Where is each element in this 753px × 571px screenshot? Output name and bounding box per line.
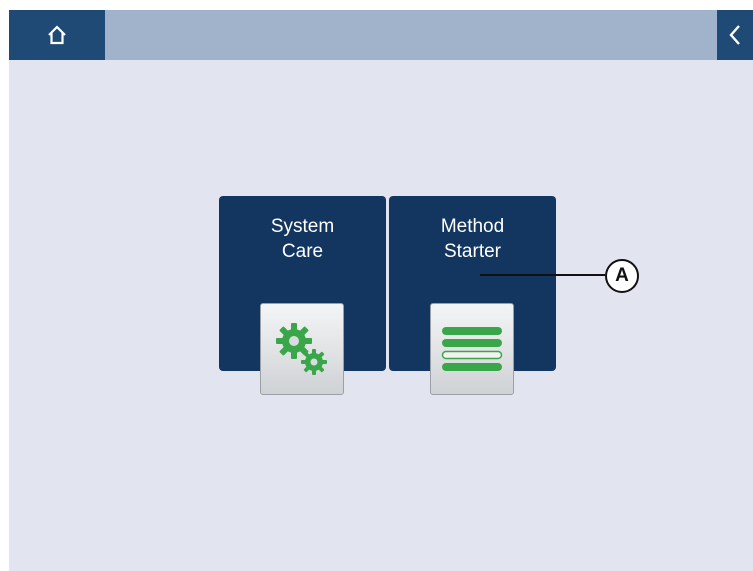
system-care-label: System Care <box>270 216 335 262</box>
callout-marker: A <box>605 259 639 293</box>
screen: System Care Method Starter A <box>9 10 753 571</box>
gears-icon <box>276 323 327 375</box>
top-bar <box>9 10 753 60</box>
chevron-left-icon <box>729 25 740 45</box>
back-button[interactable] <box>717 10 753 60</box>
system-care-tile[interactable]: System Care <box>219 196 386 395</box>
method-starter-icon-button[interactable] <box>430 303 514 395</box>
list-icon <box>441 327 503 371</box>
method-starter-label: Method Starter <box>440 216 505 262</box>
system-care-icon-button[interactable] <box>260 303 344 395</box>
home-icon <box>48 25 66 45</box>
callout-line <box>480 274 605 276</box>
home-button[interactable] <box>9 10 105 60</box>
method-starter-tile[interactable]: Method Starter <box>389 196 556 395</box>
